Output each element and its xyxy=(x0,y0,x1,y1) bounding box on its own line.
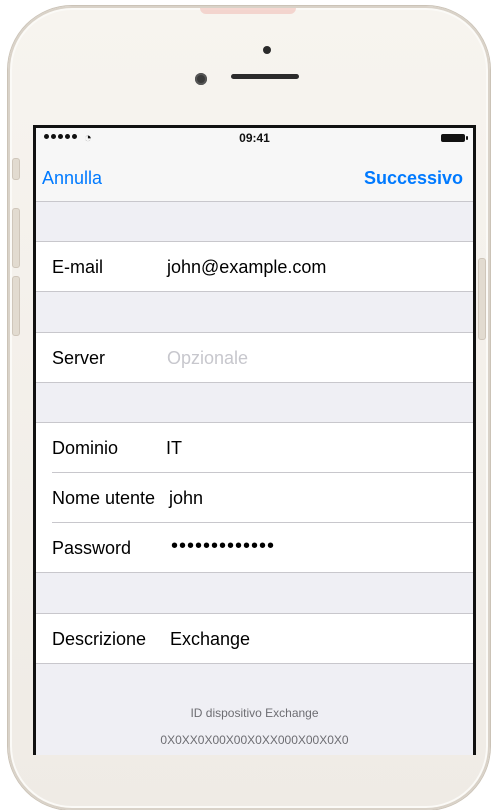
proximity-sensor xyxy=(263,46,271,54)
power-button xyxy=(478,258,486,340)
description-label: Descrizione xyxy=(52,629,147,649)
description-group: Descrizione Exchange xyxy=(36,613,473,664)
navigation-bar: Annulla Successivo xyxy=(36,148,473,202)
description-field[interactable]: Exchange xyxy=(170,629,250,650)
volume-up-button xyxy=(12,208,20,268)
next-button[interactable]: Successivo xyxy=(364,168,463,189)
status-bar: ◔ 09:41 xyxy=(36,128,473,148)
username-field[interactable]: john xyxy=(169,488,203,509)
password-field[interactable]: ••••••••••••• xyxy=(171,535,275,558)
credentials-group: Dominio IT Nome utente john Password •••… xyxy=(36,422,473,573)
mute-switch xyxy=(12,158,20,180)
device-id-label: ID dispositivo Exchange xyxy=(190,706,319,720)
volume-down-button xyxy=(12,276,20,336)
device-id-value: 0X0XX0X00X00X0XX000X00X0X0 xyxy=(160,733,349,747)
email-group: E-mail john@example.com xyxy=(36,241,473,292)
server-label: Server xyxy=(52,348,106,368)
email-label: E-mail xyxy=(52,257,104,277)
password-label: Password xyxy=(52,538,132,558)
username-row[interactable]: Nome utente john xyxy=(52,473,473,523)
domain-label: Dominio xyxy=(52,438,119,458)
email-field[interactable]: john@example.com xyxy=(167,257,326,278)
username-label: Nome utente xyxy=(52,488,156,508)
status-time: 09:41 xyxy=(239,131,270,145)
device-screen: ◔ 09:41 Annulla Successivo E-mail john@e… xyxy=(33,125,476,755)
server-group: Server Opzionale xyxy=(36,332,473,383)
domain-field[interactable]: IT xyxy=(166,438,182,459)
server-field[interactable]: Opzionale xyxy=(167,348,248,369)
description-row[interactable]: Descrizione Exchange xyxy=(52,614,473,663)
earpiece-speaker xyxy=(231,74,299,79)
top-edge-highlight xyxy=(200,8,296,14)
domain-row[interactable]: Dominio IT xyxy=(52,423,473,473)
password-row[interactable]: Password ••••••••••••• xyxy=(52,523,473,572)
battery-icon xyxy=(441,134,468,142)
cancel-button[interactable]: Annulla xyxy=(42,168,102,189)
server-row[interactable]: Server Opzionale xyxy=(52,333,473,382)
email-row[interactable]: E-mail john@example.com xyxy=(52,242,473,291)
front-camera-icon xyxy=(195,73,207,85)
